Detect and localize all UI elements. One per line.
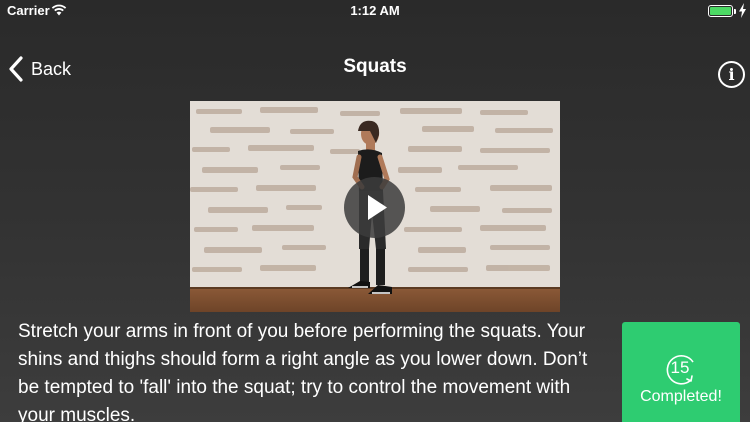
info-icon: i	[728, 65, 735, 84]
exercise-instructions: Stretch your arms in front of you before…	[18, 321, 588, 422]
repeat-count: 15	[670, 358, 690, 377]
navigation-bar: Back Squats	[0, 44, 750, 92]
chevron-left-icon	[9, 56, 23, 82]
charging-bolt-icon	[739, 3, 746, 18]
back-label: Back	[31, 58, 72, 79]
status-bar: Carrier 1:12 AM	[0, 0, 750, 22]
play-button[interactable]	[344, 177, 405, 238]
repeat-counter: 15	[663, 352, 699, 386]
back-button[interactable]: Back	[8, 54, 71, 84]
completed-label: Completed!	[640, 388, 722, 405]
battery-tip	[734, 9, 736, 14]
battery-level	[710, 7, 731, 15]
page-title: Squats	[343, 56, 407, 77]
battery-icon	[708, 5, 733, 17]
exercise-screen: Carrier 1:12 AM Back Squats i Stretch yo…	[0, 0, 750, 422]
play-icon	[368, 195, 387, 220]
completed-button[interactable]: 15 Completed!	[622, 322, 740, 422]
clock: 1:12 AM	[350, 3, 400, 18]
info-button[interactable]: i	[718, 61, 745, 88]
